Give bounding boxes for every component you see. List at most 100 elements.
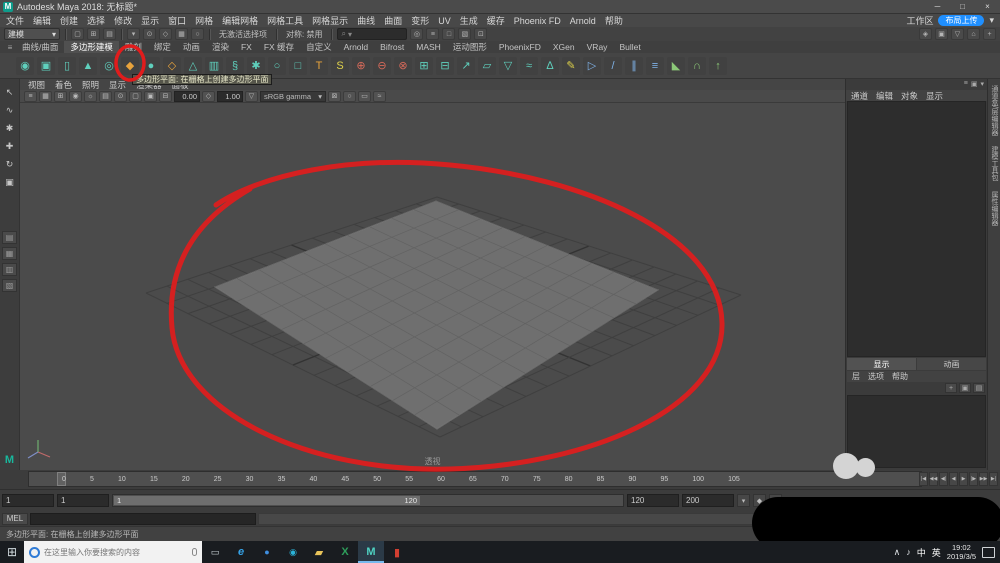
display-layers-tab[interactable]: 显示 [847, 358, 916, 370]
camera-attributes-icon[interactable]: ⊞ [54, 91, 67, 102]
ime-cn-indicator[interactable]: 中 [917, 546, 926, 559]
shelf-insert-edge-loop-icon[interactable]: ∥ [625, 57, 643, 75]
shelf-sculpt-tool-icon[interactable]: ✎ [562, 57, 580, 75]
shelf-polygon-pipe-icon[interactable]: ▥ [205, 57, 223, 75]
menu-arnold[interactable]: Arnold [570, 16, 596, 26]
minimize-button[interactable]: ─ [925, 0, 950, 13]
animation-start-field[interactable] [2, 494, 54, 507]
tab-poly-modeling[interactable]: 多边形建模 [64, 41, 119, 53]
tab-sculpting[interactable]: 雕刻 [119, 41, 148, 53]
shelf-polygon-disc-icon[interactable]: ● [142, 57, 160, 75]
layout-single-pane-button[interactable]: ▤ [2, 231, 17, 244]
tab-motion-graphics[interactable]: 运动图形 [447, 41, 493, 53]
mel-toggle-button[interactable]: MEL [2, 513, 28, 525]
shelf-combine-icon[interactable]: ⊞ [415, 57, 433, 75]
shelf-polygon-cone-icon[interactable]: ▲ [79, 57, 97, 75]
shelf-bridge-icon[interactable]: ∩ [688, 57, 706, 75]
snap-point-icon[interactable]: □ [442, 28, 455, 40]
tab-bullet[interactable]: Bullet [613, 41, 646, 53]
snap-plane-icon[interactable]: ▧ [458, 28, 471, 40]
shelf-polygon-cube-icon[interactable]: ▣ [37, 57, 55, 75]
shelf-polygon-sphere-icon[interactable]: ◉ [16, 57, 34, 75]
shelf-polygon-gear-icon[interactable]: ✱ [247, 57, 265, 75]
layout-upload-badge[interactable]: 布局上传 [938, 15, 984, 26]
menu-help[interactable]: 帮助 [605, 14, 623, 27]
step-back-frame-button[interactable]: ◀◀ [929, 472, 938, 486]
shelf-polygon-plane-icon[interactable]: ◆ [121, 57, 139, 75]
snap-grid-icon[interactable]: ◎ [410, 28, 423, 40]
new-scene-icon[interactable]: ▢ [71, 28, 84, 40]
channel-pin-icon[interactable]: ▣ [971, 80, 978, 89]
tab-animation[interactable]: 动画 [177, 41, 206, 53]
layer-list[interactable] [847, 395, 986, 468]
tab-fx-caching[interactable]: FX 缓存 [258, 41, 300, 53]
layer-help-menu[interactable]: 帮助 [892, 371, 908, 382]
tab-rendering[interactable]: 渲染 [206, 41, 235, 53]
exposure-field[interactable] [174, 91, 200, 102]
open-scene-icon[interactable]: ⊞ [87, 28, 100, 40]
tab-rigging[interactable]: 绑定 [148, 41, 177, 53]
menu-edit-mesh[interactable]: 编辑网格 [222, 14, 258, 27]
divider[interactable] [209, 29, 210, 40]
anim-layers-tab[interactable]: 动画 [917, 358, 986, 370]
select-camera-icon[interactable]: ≡ [24, 91, 37, 102]
shelf-smooth-icon[interactable]: ≈ [520, 57, 538, 75]
file-explorer-icon[interactable]: ▰ [306, 541, 332, 563]
select-hierarchy-icon[interactable]: ◇ [159, 28, 172, 40]
tab-fx[interactable]: FX [235, 41, 258, 53]
channel-box-list[interactable] [847, 101, 986, 357]
create-layer-icon[interactable]: + [945, 383, 957, 393]
menu-mesh[interactable]: 网格 [195, 14, 213, 27]
divider[interactable] [331, 29, 332, 40]
shelf-menu-icon[interactable]: ≡ [4, 41, 16, 53]
tab-phoenixfd[interactable]: PhoenixFD [493, 41, 547, 53]
shelf-extrude-icon[interactable]: ↑ [709, 57, 727, 75]
select-component-icon[interactable]: ○ [191, 28, 204, 40]
menu-select[interactable]: 选择 [87, 14, 105, 27]
lighting-icon[interactable]: ▣ [144, 91, 157, 102]
shelf-multi-cut-icon[interactable]: / [604, 57, 622, 75]
resolution-gate-icon[interactable]: ≈ [373, 91, 386, 102]
taskbar-search-input[interactable] [44, 548, 188, 557]
action-center-icon[interactable] [982, 547, 995, 558]
shelf-super-ellipse-icon[interactable]: □ [289, 57, 307, 75]
divider[interactable] [65, 29, 66, 40]
menu-uv[interactable]: UV [438, 16, 451, 26]
menu-mesh-display[interactable]: 网格显示 [312, 14, 348, 27]
gamma-icon[interactable]: ▽ [245, 91, 258, 102]
view-transform-dropdown[interactable]: sRGB gamma ▾ [260, 91, 326, 102]
viewport-canvas[interactable]: 透视 [20, 103, 845, 470]
tab-bifrost[interactable]: Bifrost [374, 41, 410, 53]
channel-edit-menu[interactable]: 编辑 [876, 90, 893, 102]
shelf-type-tool-icon[interactable]: T [310, 57, 328, 75]
time-slider[interactable]: 0 5 10 15 20 25 30 35 40 45 50 55 60 65 … [28, 471, 922, 487]
snap-curve-icon[interactable]: ≡ [426, 28, 439, 40]
volume-icon[interactable]: ♪ [906, 547, 911, 557]
layout-persp-outliner-button[interactable]: ▥ [2, 263, 17, 276]
wireframe-icon[interactable]: ▤ [99, 91, 112, 102]
exposure-icon[interactable]: ◇ [202, 91, 215, 102]
shelf-fill-hole-icon[interactable]: ▱ [478, 57, 496, 75]
start-button[interactable]: ⊞ [0, 541, 24, 563]
shelf-platonic-solid-icon[interactable]: ◇ [163, 57, 181, 75]
layout-four-pane-button[interactable]: ▦ [2, 247, 17, 260]
play-forwards-button[interactable]: ▶ [959, 472, 968, 486]
image-plane-icon[interactable]: ☼ [84, 91, 97, 102]
scale-tool[interactable]: ▣ [2, 175, 18, 190]
perspective-viewport[interactable]: 视图 着色 照明 显示 渲染器 面板 ≡ ▦ ⊞ ◉ ☼ ▤ ⊙ ▢ ▣ ⊟ ◇… [20, 79, 845, 470]
shelf-boolean-intersection-icon[interactable]: ⊗ [394, 57, 412, 75]
shelf-offset-edge-loop-icon[interactable]: ≡ [646, 57, 664, 75]
render-settings-icon[interactable]: ▽ [951, 28, 964, 40]
tab-curves-surfaces[interactable]: 曲线/曲面 [16, 41, 64, 53]
channels-menu[interactable]: 通道 [851, 90, 868, 102]
channel-collapse-icon[interactable]: ▾ [980, 80, 984, 89]
shelf-boolean-difference-icon[interactable]: ⊖ [373, 57, 391, 75]
shelf-polygon-helix-icon[interactable]: § [226, 57, 244, 75]
menu-curves[interactable]: 曲线 [357, 14, 375, 27]
shadows-icon[interactable]: ⊟ [159, 91, 172, 102]
shelf-boolean-union-icon[interactable]: ⊕ [352, 57, 370, 75]
maximize-button[interactable]: □ [950, 0, 975, 13]
menu-edit[interactable]: 编辑 [33, 14, 51, 27]
shelf-polygon-pyramid-icon[interactable]: △ [184, 57, 202, 75]
shelf-polygon-torus-icon[interactable]: ◎ [100, 57, 118, 75]
